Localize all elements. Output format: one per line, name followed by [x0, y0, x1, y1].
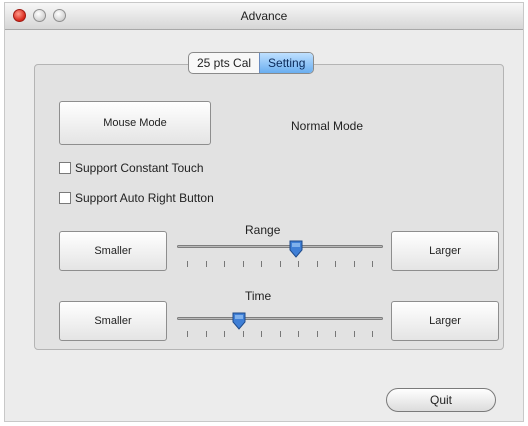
range-slider-track[interactable] — [177, 245, 383, 248]
time-slider-track[interactable] — [177, 317, 383, 320]
support-auto-right-button-row[interactable]: Support Auto Right Button — [59, 191, 214, 205]
mouse-mode-button[interactable]: Mouse Mode — [59, 101, 211, 145]
tab-bar: 25 pts Cal Setting — [188, 52, 315, 74]
range-smaller-button[interactable]: Smaller — [59, 231, 167, 271]
tab-setting[interactable]: Setting — [259, 53, 314, 73]
support-constant-touch-checkbox[interactable] — [59, 162, 71, 174]
settings-panel: Mouse Mode Normal Mode Support Constant … — [34, 64, 504, 350]
time-slider-ticks — [187, 331, 373, 337]
support-auto-right-button-label: Support Auto Right Button — [75, 191, 214, 205]
range-slider-ticks — [187, 261, 373, 267]
support-constant-touch-row[interactable]: Support Constant Touch — [59, 161, 204, 175]
range-larger-button[interactable]: Larger — [391, 231, 499, 271]
title-bar[interactable]: Advance — [5, 3, 523, 30]
tab-25-pts-cal[interactable]: 25 pts Cal — [189, 53, 259, 73]
support-auto-right-button-checkbox[interactable] — [59, 192, 71, 204]
time-larger-button[interactable]: Larger — [391, 301, 499, 341]
window-title: Advance — [240, 9, 288, 23]
quit-button[interactable]: Quit — [386, 388, 496, 412]
support-constant-touch-label: Support Constant Touch — [75, 161, 204, 175]
time-smaller-button[interactable]: Smaller — [59, 301, 167, 341]
time-slider-knob-icon[interactable] — [231, 311, 247, 331]
current-mode-label: Normal Mode — [291, 119, 364, 133]
range-slider-knob-icon[interactable] — [288, 239, 304, 259]
range-label: Range — [245, 223, 281, 237]
time-label: Time — [245, 289, 272, 303]
